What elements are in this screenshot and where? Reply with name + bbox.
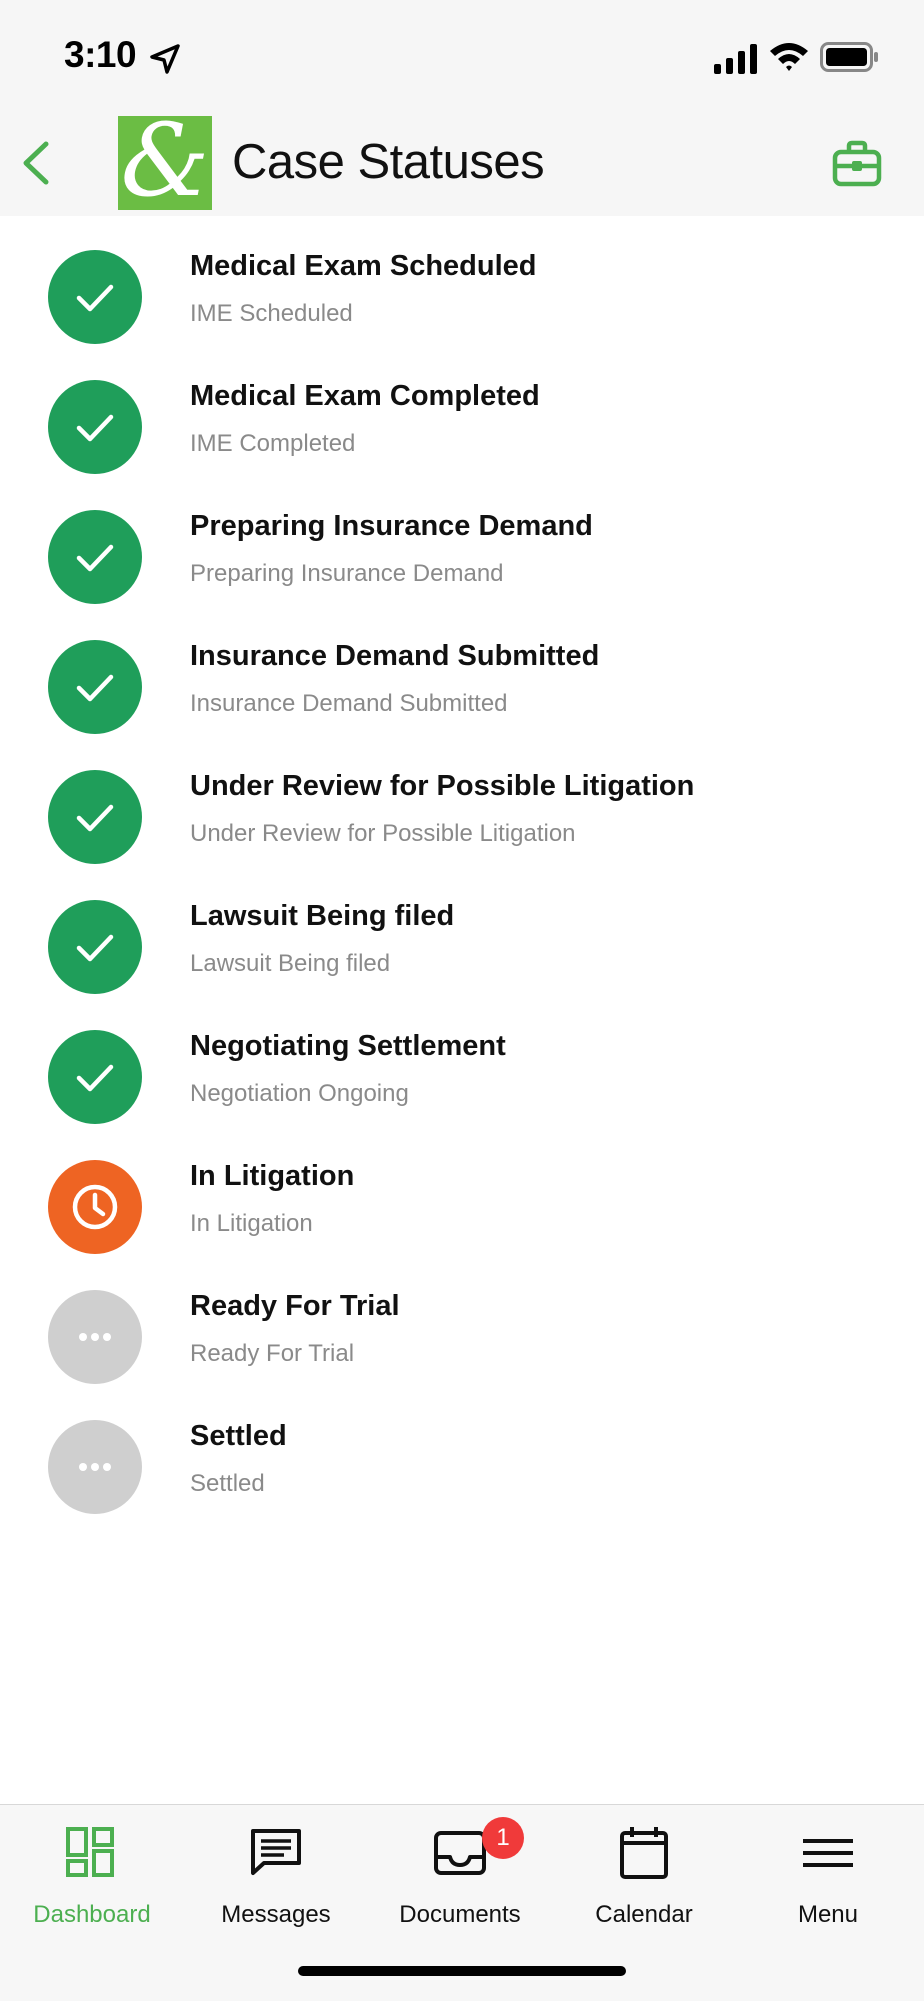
status-completed-indicator — [48, 510, 142, 604]
home-indicator[interactable] — [298, 1966, 626, 1976]
status-title: Under Review for Possible Litigation — [190, 770, 695, 802]
check-icon — [76, 804, 114, 832]
check-icon — [76, 544, 114, 572]
tab-calendar[interactable]: Calendar — [552, 1805, 736, 1935]
calendar-icon — [620, 1827, 668, 1879]
status-title: Medical Exam Scheduled — [190, 250, 537, 282]
status-subtitle: Negotiation Ongoing — [190, 1080, 409, 1107]
more-dots-icon — [79, 1463, 111, 1471]
status-completed-indicator — [48, 900, 142, 994]
inbox-icon — [434, 1831, 486, 1875]
check-icon — [76, 674, 114, 702]
status-title: Settled — [190, 1420, 287, 1452]
tab-messages[interactable]: Messages — [184, 1805, 368, 1935]
chat-icon — [251, 1829, 301, 1875]
status-completed-indicator — [48, 250, 142, 344]
unread-badge: 1 — [482, 1817, 524, 1859]
tab-label: Documents — [399, 1901, 521, 1928]
check-icon — [76, 1064, 114, 1092]
status-subtitle: Preparing Insurance Demand — [190, 560, 504, 587]
status-pending-indicator — [48, 1420, 142, 1514]
status-subtitle: Ready For Trial — [190, 1340, 355, 1367]
tab-dashboard[interactable]: Dashboard — [0, 1805, 184, 1935]
more-dots-icon — [79, 1333, 111, 1341]
status-title: Negotiating Settlement — [190, 1030, 506, 1062]
tab-menu[interactable]: Menu — [736, 1805, 920, 1935]
battery-icon — [820, 42, 878, 72]
status-title: Preparing Insurance Demand — [190, 510, 593, 542]
tab-label: Calendar — [595, 1901, 693, 1928]
status-subtitle: Insurance Demand Submitted — [190, 690, 508, 717]
status-title: Lawsuit Being filed — [190, 900, 455, 932]
status-subtitle: Lawsuit Being filed — [190, 950, 391, 977]
status-bar: 3:10 — [0, 0, 924, 110]
status-pending-indicator — [48, 1290, 142, 1384]
status-completed-indicator — [48, 770, 142, 864]
clock-icon — [72, 1184, 118, 1230]
wifi-icon — [770, 43, 808, 71]
location-arrow-icon — [150, 44, 180, 74]
tab-label: Messages — [221, 1901, 331, 1928]
check-icon — [76, 414, 114, 442]
tab-documents[interactable]: 1 Documents — [368, 1805, 552, 1935]
tab-label: Menu — [797, 1901, 859, 1928]
page-title: Case Statuses — [232, 135, 545, 189]
cellular-signal-icon — [714, 44, 757, 74]
status-title: Medical Exam Completed — [190, 380, 540, 412]
hamburger-icon — [803, 1839, 853, 1867]
status-subtitle: IME Scheduled — [190, 300, 353, 327]
status-time: 3:10 — [64, 34, 137, 75]
briefcase-icon[interactable] — [832, 140, 882, 188]
status-completed-indicator — [48, 640, 142, 734]
status-completed-indicator — [48, 380, 142, 474]
status-subtitle: Settled — [190, 1470, 265, 1497]
nav-header: & Case Statuses — [0, 110, 924, 216]
status-subtitle: IME Completed — [190, 430, 356, 457]
status-title: Ready For Trial — [190, 1290, 400, 1322]
back-chevron-icon[interactable] — [14, 136, 60, 190]
status-in-progress-indicator — [48, 1160, 142, 1254]
tab-label: Dashboard — [33, 1901, 151, 1928]
firm-logo: & — [118, 116, 212, 210]
logo-ampersand: & — [120, 116, 210, 210]
status-title: In Litigation — [190, 1160, 355, 1192]
status-completed-indicator — [48, 1030, 142, 1124]
dashboard-icon — [66, 1827, 114, 1877]
check-icon — [76, 934, 114, 962]
status-row[interactable]: Settled Settled — [0, 1386, 924, 1552]
case-status-list[interactable]: Medical Exam Scheduled IME Scheduled Med… — [0, 216, 924, 1804]
status-subtitle: Under Review for Possible Litigation — [190, 820, 576, 847]
status-title: Insurance Demand Submitted — [190, 640, 600, 672]
check-icon — [76, 284, 114, 312]
status-subtitle: In Litigation — [190, 1210, 313, 1237]
